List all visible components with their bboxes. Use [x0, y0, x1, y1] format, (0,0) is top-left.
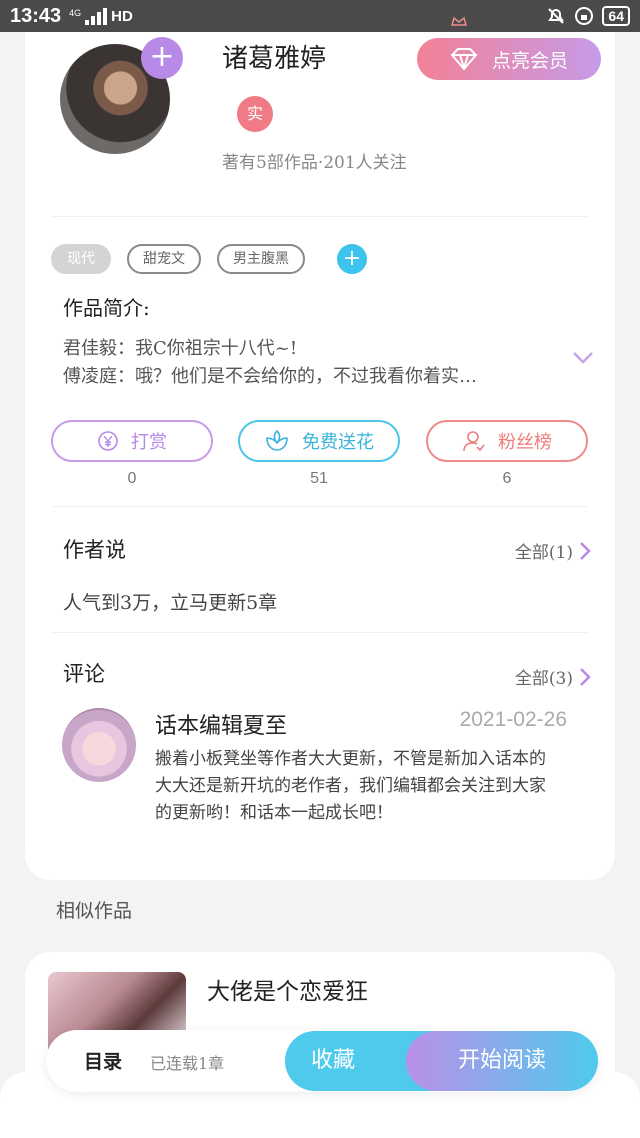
divider: [53, 506, 587, 507]
flower-count: 51: [310, 470, 328, 487]
tag-item[interactable]: 现代: [51, 244, 111, 274]
hd-indicator: HD: [111, 7, 133, 25]
tag-list: 现代 甜宠文 男主腹黑 +: [51, 244, 367, 274]
book-title: 大佬是个恋爱狂: [207, 979, 368, 1005]
divider: [53, 216, 587, 217]
status-time: 13:43: [10, 4, 62, 27]
comments-all-label: 全部(3): [514, 669, 573, 689]
reward-button[interactable]: 打赏: [51, 420, 213, 462]
work-detail-card: + 诸葛雅婷 实 著有5部作品·201人关注 点亮会员 现代 甜宠文 男主腹黑 …: [25, 16, 615, 880]
similar-works-title: 相似作品: [56, 900, 133, 922]
commenter-name: 话本编辑夏至: [155, 714, 288, 739]
author-says-title: 作者说: [63, 538, 126, 562]
commenter-avatar[interactable]: [62, 708, 136, 782]
follow-author-button[interactable]: +: [141, 37, 183, 79]
author-stats: 著有5部作品·201人关注: [222, 153, 407, 173]
reward-label: 打赏: [131, 432, 167, 453]
yuan-icon: [98, 431, 118, 451]
expand-chevron-icon[interactable]: [571, 350, 595, 366]
comment-date: 2021-02-26: [459, 708, 567, 731]
author-name: 诸葛雅婷: [222, 44, 327, 74]
tag-item[interactable]: 男主腹黑: [217, 244, 305, 274]
intro-line: 傅凌庭：哦？他们是不会给你的，不过我看你着实…: [63, 366, 477, 387]
chevron-right-icon: [580, 541, 591, 560]
add-tag-button[interactable]: +: [337, 244, 367, 274]
author-says-text: 人气到3万，立马更新5章: [63, 592, 278, 614]
serial-status: 已连载1章: [150, 1054, 225, 1073]
toc-button[interactable]: 目录: [84, 1047, 122, 1074]
verified-badge: 实: [237, 96, 273, 132]
lock-icon: [575, 7, 594, 25]
status-bar: 13:43 4G HD 64: [0, 0, 640, 32]
comment-text: 搬着小板凳坐等作者大大更新，不管是新加入话本的大大还是新开坑的老作者，我们编辑都…: [155, 749, 546, 823]
comments-all-link[interactable]: 全部(3): [515, 664, 591, 689]
diamond-icon: [450, 48, 477, 70]
crown-icon: [451, 16, 467, 26]
fan-count: 6: [502, 470, 512, 487]
start-reading-button[interactable]: 开始阅读: [406, 1031, 598, 1091]
battery-indicator: 64: [602, 6, 630, 26]
network-type: 4G: [69, 7, 82, 18]
intro-line: 君佳毅：我C你祖宗十八代~!: [63, 338, 298, 359]
author-says-all-label: 全部(1): [514, 543, 573, 563]
send-flower-button[interactable]: 免费送花: [238, 420, 400, 462]
chevron-right-icon: [580, 667, 591, 686]
reward-count: 0: [127, 470, 137, 487]
signal-icon: 4G: [69, 7, 108, 25]
flower-icon: [266, 430, 288, 451]
vip-button[interactable]: 点亮会员: [417, 38, 601, 80]
send-flower-label: 免费送花: [302, 432, 374, 453]
tag-item[interactable]: 甜宠文: [127, 244, 201, 274]
intro-title: 作品简介:: [63, 296, 150, 320]
fan-ranking-label: 粉丝榜: [498, 432, 552, 453]
mute-icon: [548, 8, 565, 24]
comments-title: 评论: [63, 662, 105, 686]
fan-ranking-button[interactable]: 粉丝榜: [426, 420, 588, 462]
divider: [53, 632, 587, 633]
vip-button-label: 点亮会员: [491, 49, 568, 72]
user-icon: [463, 431, 485, 452]
author-says-all-link[interactable]: 全部(1): [515, 538, 591, 563]
